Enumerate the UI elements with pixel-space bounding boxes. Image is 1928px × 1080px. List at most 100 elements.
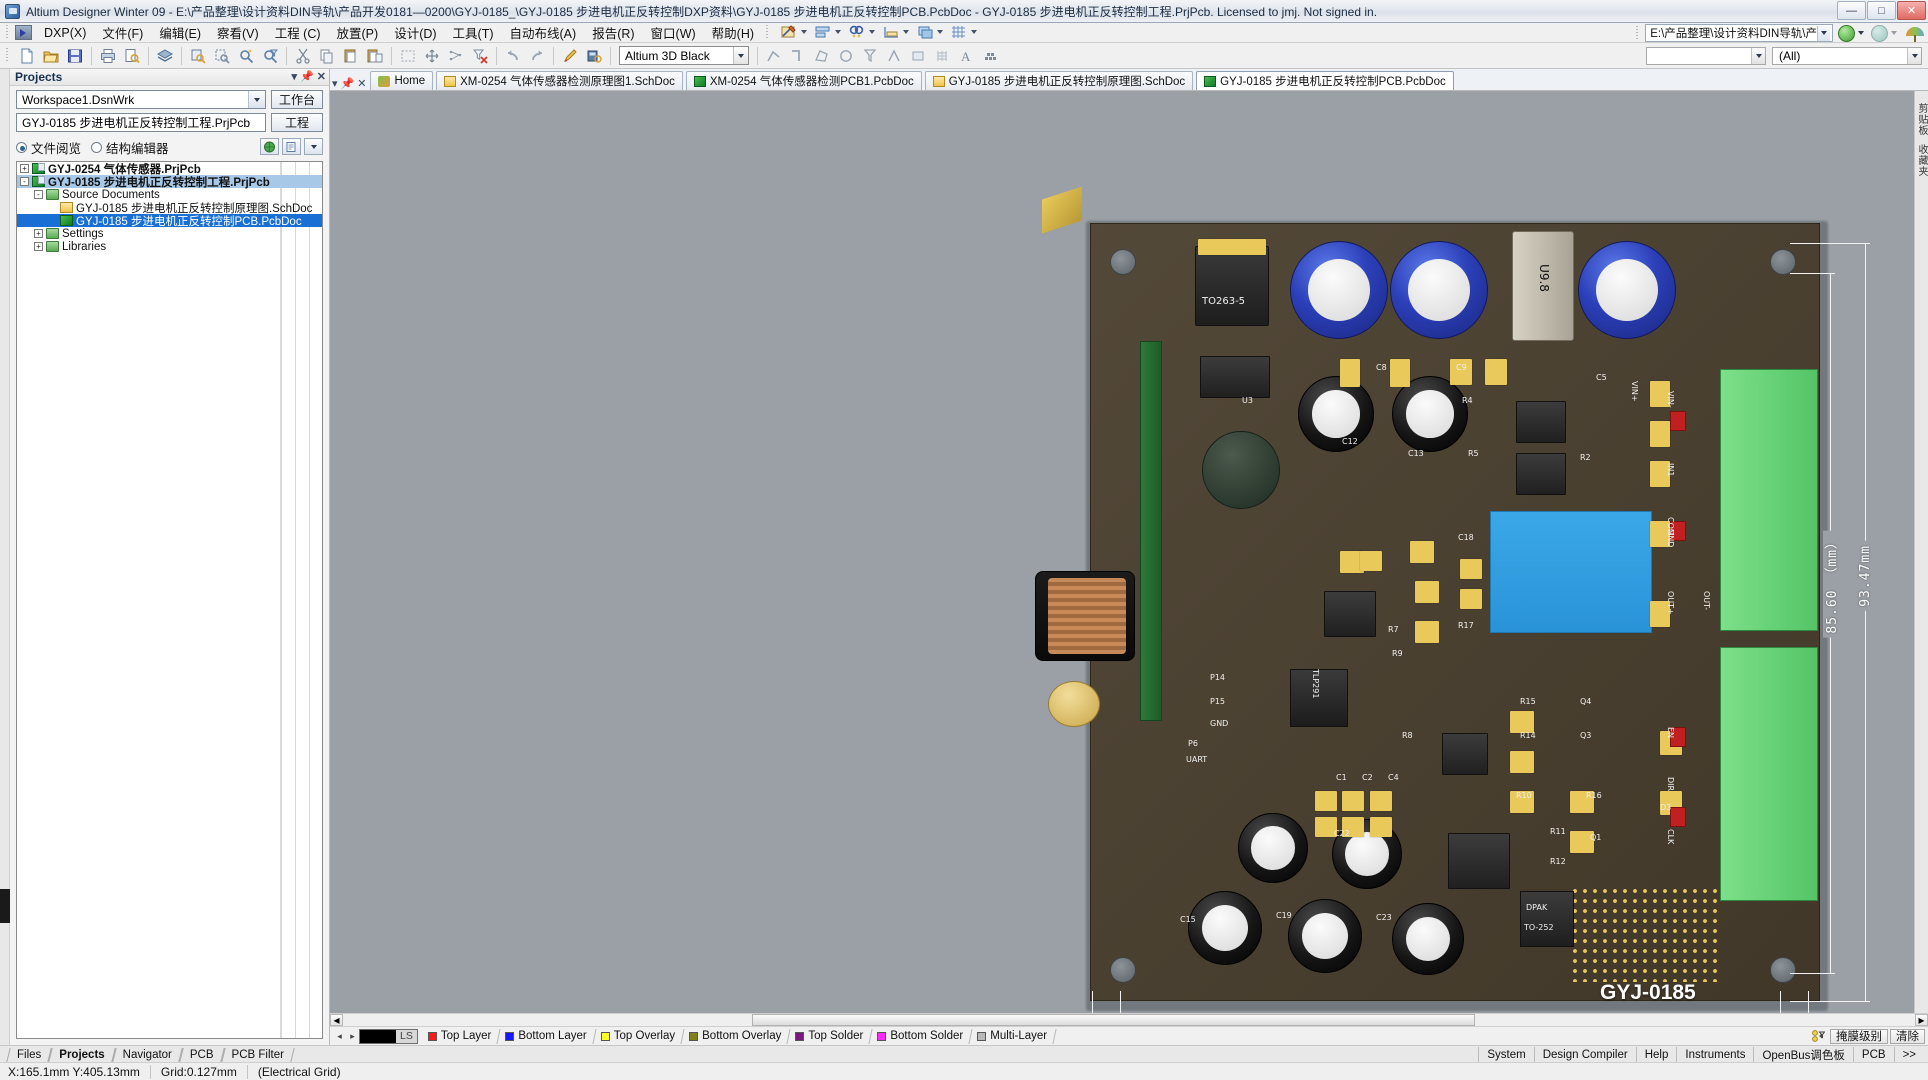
navigate-back-icon[interactable] (1838, 24, 1855, 42)
place-arc-icon[interactable] (835, 45, 857, 67)
project-button[interactable]: 工程 (271, 113, 323, 132)
menu-file[interactable]: 文件(F) (94, 21, 151, 44)
open-folder-icon[interactable] (40, 45, 62, 67)
menu-reports[interactable]: 报告(R) (584, 21, 642, 44)
document-tab[interactable]: GYJ-0185 步进电机正反转控制PCB.PcbDoc (1196, 71, 1454, 90)
menu-place[interactable]: 放置(P) (329, 21, 387, 44)
close-button[interactable]: ✕ (1897, 1, 1926, 20)
place-rect-icon[interactable] (907, 45, 929, 67)
chevron-down-icon[interactable] (1751, 47, 1765, 64)
pencil-ruler-icon[interactable] (780, 24, 808, 41)
panel-tab[interactable]: Navigator (114, 1047, 181, 1062)
project-tree[interactable]: + GYJ-0254 气体传感器.PrjPcb - GYJ-0185 步进电机正反转控… (16, 161, 323, 1039)
chevron-down-icon[interactable] (248, 91, 265, 108)
align-objects-icon[interactable] (445, 45, 467, 67)
system-button[interactable]: OpenBus调色板 (1753, 1047, 1852, 1062)
mask-level-button[interactable]: 掩膜级别 (1830, 1028, 1888, 1044)
menu-view[interactable]: 察看(V) (209, 21, 267, 44)
menu-project[interactable]: 工程 (C) (267, 21, 329, 44)
mask-icons[interactable] (1811, 1029, 1825, 1043)
document-tab[interactable]: Home (370, 71, 434, 90)
menu-tools-grip[interactable] (765, 25, 773, 40)
chevron-down-icon[interactable] (1907, 47, 1921, 64)
menu-dxp[interactable]: DXP(X) (36, 24, 94, 42)
highlight-icon[interactable] (559, 45, 581, 67)
print-icon[interactable] (97, 45, 119, 67)
scroll-left-icon[interactable]: ◂ (330, 1013, 343, 1027)
path-combo[interactable]: E:\产品整理\设计资料DIN导轨\产 (1645, 24, 1833, 42)
document-tab[interactable]: GYJ-0185 步进电机正反转控制原理图.SchDoc (924, 71, 1194, 90)
move-icon[interactable] (421, 45, 443, 67)
radio-struct-editor[interactable] (91, 142, 103, 153)
select-area-icon[interactable] (397, 45, 419, 67)
place-polygon-icon[interactable] (811, 45, 833, 67)
filter-all-combo[interactable]: (All) (1772, 46, 1922, 65)
layer-tab[interactable]: Bottom Overlay (683, 1028, 789, 1045)
horizontal-scrollbar[interactable]: ◂ ▸ (330, 1013, 1928, 1027)
maximize-button[interactable]: □ (1867, 1, 1896, 20)
document-view-icon[interactable] (282, 138, 301, 155)
expand-icon[interactable]: + (34, 229, 43, 238)
menu-help[interactable]: 帮助(H) (704, 21, 762, 44)
expand-icon[interactable]: + (20, 164, 29, 173)
layer-stack-icon[interactable] (154, 45, 176, 67)
system-button[interactable]: Instruments (1676, 1047, 1753, 1062)
chevron-down-icon[interactable]: ▾ (292, 70, 298, 83)
layer-tab[interactable]: Top Overlay (595, 1028, 683, 1045)
right-rail-label[interactable]: 剪贴板 (1914, 103, 1928, 136)
clear-button[interactable]: 清除 (1890, 1028, 1925, 1044)
menu-autoroute[interactable]: 自动布线(A) (502, 21, 585, 44)
view-config-combo[interactable]: Altium 3D Black (619, 46, 749, 65)
layer-tab[interactable]: Top Layer (422, 1028, 500, 1045)
project-field[interactable]: GYJ-0185 步进电机正反转控制工程.PrjPcb (16, 113, 266, 132)
paste-special-icon[interactable] (364, 45, 386, 67)
layer-tab[interactable]: Bottom Layer (499, 1028, 594, 1045)
layer-set-chip[interactable]: LS (359, 1028, 418, 1044)
panel-tab[interactable]: PCB Filter (223, 1047, 293, 1062)
measure-icon[interactable] (882, 24, 910, 41)
system-button[interactable]: System (1478, 1047, 1533, 1062)
tree-item[interactable]: + Settings (17, 227, 322, 240)
chevron-down-icon[interactable] (1817, 25, 1830, 41)
layer-tab[interactable]: Top Solder (789, 1028, 871, 1045)
place-fill-icon[interactable] (859, 45, 881, 67)
pin-icon[interactable]: 📌 (341, 77, 355, 90)
zoom-document-icon[interactable] (187, 45, 209, 67)
place-track-icon[interactable] (787, 45, 809, 67)
close-icon[interactable]: ✕ (357, 77, 366, 90)
place-pad-icon[interactable] (883, 45, 905, 67)
navigate-forward-icon[interactable] (1871, 24, 1888, 42)
path-grip[interactable] (1635, 25, 1643, 41)
place-grid-icon[interactable] (931, 45, 953, 67)
menu-design[interactable]: 设计(D) (386, 21, 444, 44)
chevron-down-icon[interactable] (304, 138, 323, 155)
forward-dropdown-icon[interactable] (1888, 26, 1899, 41)
grid-icon[interactable] (950, 24, 978, 41)
align-icon[interactable] (814, 24, 842, 41)
redo-icon[interactable] (526, 45, 548, 67)
system-button[interactable]: >> (1893, 1047, 1924, 1062)
collapse-icon[interactable]: - (34, 190, 43, 199)
menu-edit[interactable]: 编辑(E) (151, 21, 209, 44)
layer-tab[interactable]: Bottom Solder (871, 1028, 971, 1045)
menu-grip[interactable] (5, 25, 12, 40)
layer-scroll-right-icon[interactable]: ▸ (346, 1029, 359, 1044)
tree-item[interactable]: GYJ-0185 步进电机正反转控制PCB.PcbDoc (17, 214, 322, 228)
scroll-right-icon[interactable]: ▸ (1915, 1013, 1928, 1027)
zoom-filter-icon[interactable] (259, 45, 281, 67)
back-dropdown-icon[interactable] (1855, 26, 1866, 41)
place-line-icon[interactable] (763, 45, 785, 67)
layer-tab[interactable]: Multi-Layer (971, 1028, 1055, 1045)
zoom-selected-icon[interactable] (235, 45, 257, 67)
workspace-button[interactable]: 工作台 (271, 90, 323, 109)
tree-item[interactable]: + Libraries (17, 240, 322, 253)
radio-file-browse[interactable] (16, 142, 27, 153)
system-button[interactable]: Help (1635, 1047, 1677, 1062)
system-button[interactable]: PCB (1852, 1047, 1894, 1062)
paste-icon[interactable] (340, 45, 362, 67)
layers-icon[interactable] (916, 24, 944, 41)
layer-scroll-left-icon[interactable]: ◂ (333, 1029, 346, 1044)
chevron-down-icon[interactable]: ▾ (332, 77, 338, 90)
minimize-button[interactable]: — (1837, 1, 1866, 20)
close-icon[interactable]: ✕ (317, 70, 326, 83)
